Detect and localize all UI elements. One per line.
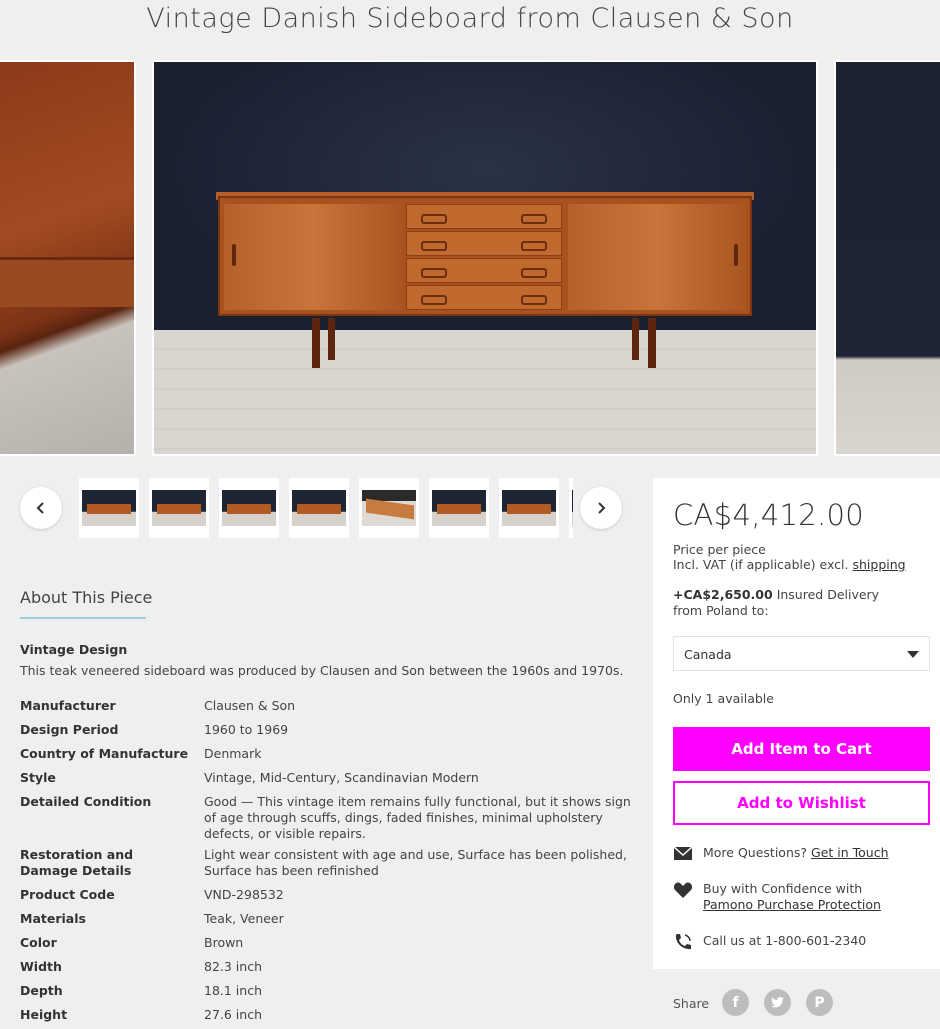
add-to-cart-button[interactable]: Add Item to Cart	[673, 727, 930, 771]
gallery-prev-button[interactable]	[20, 487, 62, 529]
spec-value: Vintage, Mid-Century, Scandinavian Moder…	[204, 770, 479, 785]
thumbnail-3[interactable]	[219, 478, 279, 538]
purchase-protection-link[interactable]: Pamono Purchase Protection	[703, 897, 881, 912]
spec-label: Style	[20, 770, 56, 785]
country-selected: Canada	[684, 647, 732, 662]
facebook-icon[interactable]: f	[722, 989, 749, 1016]
spec-value: VND-298532	[204, 887, 284, 902]
shipping-text: Insured Delivery	[776, 587, 880, 602]
country-select[interactable]: Canada	[673, 636, 930, 671]
thumbnail-strip	[79, 478, 573, 538]
design-heading: Vintage Design	[20, 642, 128, 657]
page-title: Vintage Danish Sideboard from Clausen & …	[146, 3, 794, 34]
spec-label: Width	[20, 959, 62, 974]
thumbnail-6[interactable]	[429, 478, 489, 538]
call-text: Call us at 1-800-601-2340	[703, 933, 867, 948]
twitter-icon[interactable]	[764, 989, 791, 1016]
questions-text: More Questions?	[703, 845, 808, 860]
chevron-right-icon	[598, 502, 606, 514]
shipping-cost: +CA$2,650.00 Insured Delivery	[673, 587, 879, 602]
purchase-panel: CA$4,412.00 Price per piece Incl. VAT (i…	[653, 478, 940, 969]
spec-label: Color	[20, 935, 57, 950]
spec-value: Denmark	[204, 746, 262, 761]
thumbnail-8[interactable]	[569, 478, 573, 538]
spec-label: Country of Manufacture	[20, 746, 189, 761]
spec-value: Clausen & Son	[204, 698, 296, 713]
spec-label: Manufacturer	[20, 698, 116, 713]
add-to-wishlist-button[interactable]: Add to Wishlist	[673, 781, 930, 825]
spec-value: Good — This vintage item remains fully f…	[204, 794, 631, 841]
gallery-slide-main[interactable]	[152, 60, 818, 456]
spec-value: Light wear consistent with age and use, …	[204, 847, 627, 878]
shipping-amount: +CA$2,650.00	[673, 587, 773, 602]
heart-icon	[673, 882, 693, 898]
image-gallery	[0, 60, 940, 456]
spec-value: 82.3 inch	[204, 959, 262, 974]
thumbnail-2[interactable]	[149, 478, 209, 538]
envelope-icon	[673, 846, 693, 860]
design-description: This teak veneered sideboard was produce…	[20, 663, 624, 678]
thumbnail-1[interactable]	[79, 478, 139, 538]
pinterest-icon[interactable]: P	[806, 989, 833, 1016]
thumbnail-5[interactable]	[359, 478, 419, 538]
spec-label: Materials	[20, 911, 86, 926]
spec-value: 27.6 inch	[204, 1007, 262, 1022]
shipping-origin: from Poland to:	[673, 603, 769, 618]
chevron-left-icon	[36, 502, 44, 514]
get-in-touch-link[interactable]: Get in Touch	[811, 845, 889, 860]
gallery-next-button[interactable]	[580, 487, 622, 529]
spec-value: Teak, Veneer	[204, 911, 284, 926]
share-label: Share	[673, 996, 710, 1011]
spec-label: Depth	[20, 983, 63, 998]
shipping-link[interactable]: shipping	[852, 557, 905, 572]
vat-note: Incl. VAT (if applicable) excl. shipping	[673, 557, 906, 572]
availability: Only 1 available	[673, 691, 774, 706]
spec-value: 18.1 inch	[204, 983, 262, 998]
caret-down-icon	[907, 651, 919, 658]
about-heading: About This Piece	[20, 588, 153, 607]
price: CA$4,412.00	[673, 498, 864, 532]
sideboard-image	[218, 196, 752, 316]
spec-label: Detailed Condition	[20, 794, 152, 809]
gallery-slide-previous[interactable]	[0, 60, 136, 456]
gallery-slide-next[interactable]	[834, 60, 940, 456]
phone-icon	[675, 934, 691, 950]
spec-value: Brown	[204, 935, 244, 950]
spec-value: 1960 to 1969	[204, 722, 289, 737]
price-per-piece: Price per piece	[673, 542, 766, 557]
thumbnail-7[interactable]	[499, 478, 559, 538]
thumbnail-4[interactable]	[289, 478, 349, 538]
spec-label: Product Code	[20, 887, 115, 902]
spec-label: Height	[20, 1007, 68, 1022]
about-underline	[20, 617, 146, 619]
spec-label: Restoration and Damage Details	[20, 847, 134, 878]
vat-text: Incl. VAT (if applicable) excl.	[673, 557, 849, 572]
confidence-text: Buy with Confidence with	[703, 881, 863, 896]
spec-label: Design Period	[20, 722, 119, 737]
